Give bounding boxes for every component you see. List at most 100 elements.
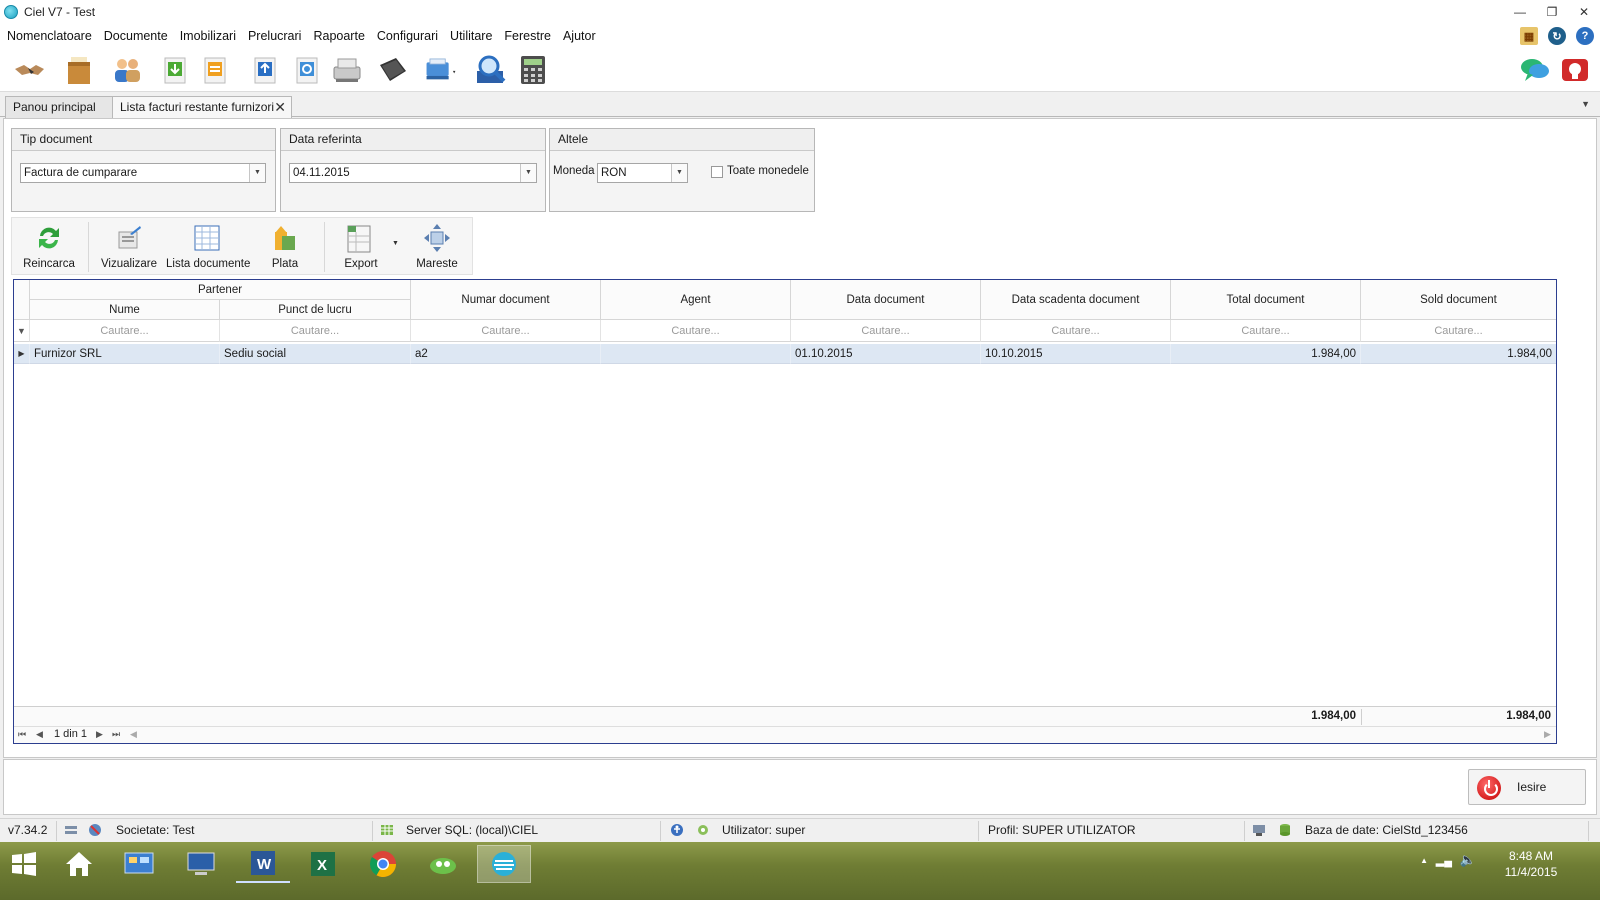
col-header-total-document[interactable]: Total document	[1171, 280, 1361, 320]
taskbar-word[interactable]: W	[236, 845, 290, 883]
close-window-button[interactable]: ✕	[1568, 0, 1600, 24]
taskbar-control-panel[interactable]	[112, 845, 166, 883]
taskbar-computer[interactable]	[174, 845, 228, 883]
calculator-icon[interactable]	[516, 53, 550, 87]
menu-ajutor[interactable]: Ajutor	[557, 24, 602, 48]
cell-nume[interactable]: Furnizor SRL	[30, 344, 220, 364]
col-header-data-document[interactable]: Data document	[791, 280, 981, 320]
chevron-down-icon[interactable]: ▼	[392, 240, 399, 247]
clock-time[interactable]: 8:48 AM	[1486, 849, 1576, 863]
minimize-button[interactable]: —	[1504, 0, 1536, 24]
export-button[interactable]: Export ▼	[332, 218, 402, 276]
invoices-grid: Partener Nume Punct de lucru Numar docum…	[13, 279, 1557, 744]
row-expand-icon[interactable]: ▶	[14, 344, 30, 364]
filter-numar-document[interactable]: Cautare...	[411, 320, 601, 342]
menu-imobilizari[interactable]: Imobilizari	[174, 24, 242, 48]
chat-icon[interactable]	[1518, 53, 1552, 87]
sync-icon[interactable]	[290, 53, 324, 87]
chevron-down-icon[interactable]: ▼	[671, 164, 687, 182]
filter-total-document[interactable]: Cautare...	[1171, 320, 1361, 342]
menu-ferestre[interactable]: Ferestre	[498, 24, 557, 48]
update-icon[interactable]: ↻	[1548, 27, 1566, 45]
taskbar-home[interactable]	[52, 845, 106, 883]
clock-date[interactable]: 11/4/2015	[1486, 865, 1576, 879]
cell-agent[interactable]	[601, 344, 791, 364]
group-title: Tip document	[12, 129, 275, 151]
support-icon[interactable]	[1558, 53, 1592, 87]
cell-punct-de-lucru[interactable]: Sediu social	[220, 344, 411, 364]
documents-box-icon[interactable]	[62, 53, 96, 87]
col-header-numar-document[interactable]: Numar document	[411, 280, 601, 320]
first-page-icon[interactable]: ⏮	[18, 729, 26, 740]
filter-nume[interactable]: Cautare...	[30, 320, 220, 342]
export-orange-icon[interactable]	[198, 53, 232, 87]
col-header-agent[interactable]: Agent	[601, 280, 791, 320]
separator	[660, 821, 661, 841]
tray-expand-icon[interactable]: ▲	[1420, 856, 1428, 865]
cell-numar-document[interactable]: a2	[411, 344, 601, 364]
cell-sold-document[interactable]: 1.984,00	[1361, 344, 1556, 364]
taskbar-ciel-app[interactable]	[477, 845, 531, 883]
iesire-button[interactable]: Iesire	[1468, 769, 1586, 805]
taskbar-excel[interactable]: X	[296, 845, 350, 883]
tip-document-select[interactable]: Factura de cumparare ▼	[20, 163, 266, 183]
menu-documente[interactable]: Documente	[98, 24, 174, 48]
partners-icon[interactable]	[110, 53, 144, 87]
moneda-select[interactable]: RON ▼	[597, 163, 688, 183]
col-header-data-scadenta[interactable]: Data scadenta document	[981, 280, 1171, 320]
scroll-right-icon[interactable]: ▶	[1544, 729, 1551, 740]
plata-button[interactable]: Plata	[254, 218, 316, 276]
news-icon[interactable]: ▦	[1520, 27, 1538, 45]
filter-data-document[interactable]: Cautare...	[791, 320, 981, 342]
volume-icon[interactable]: 🔈	[1460, 852, 1476, 868]
mareste-button[interactable]: Mareste	[404, 218, 470, 276]
taskbar-chrome[interactable]	[356, 845, 410, 883]
filter-icon[interactable]: ▼	[14, 320, 30, 342]
handshake-icon[interactable]	[12, 53, 46, 87]
menu-configurari[interactable]: Configurari	[371, 24, 444, 48]
data-referinta-date-picker[interactable]: 04.11.2015 ▼	[289, 163, 537, 183]
chevron-down-icon[interactable]: ▼	[249, 164, 265, 182]
prev-page-icon[interactable]: ◀	[36, 729, 43, 740]
next-page-icon[interactable]: ▶	[96, 729, 103, 740]
last-page-icon[interactable]: ⏭	[112, 729, 120, 740]
restore-button[interactable]: ❐	[1536, 0, 1568, 24]
tab-panou-principal[interactable]: Panou principal	[5, 96, 113, 118]
col-header-punct-de-lucru[interactable]: Punct de lucru	[220, 300, 411, 320]
reincarca-button[interactable]: Reincarca	[16, 218, 82, 276]
wallet-icon[interactable]	[376, 53, 410, 87]
chevron-down-icon[interactable]: ▼	[520, 164, 536, 182]
cell-total-document[interactable]: 1.984,00	[1171, 344, 1361, 364]
upload-icon[interactable]	[248, 53, 282, 87]
search-icon[interactable]	[474, 53, 508, 87]
tab-list-dropdown-icon[interactable]: ▼	[1581, 99, 1590, 109]
menu-nomenclatoare[interactable]: Nomenclatoare	[1, 24, 98, 48]
close-tab-icon[interactable]: ✕	[274, 97, 286, 117]
taskbar-ciel-cloud[interactable]	[416, 845, 470, 883]
start-button[interactable]	[0, 845, 48, 883]
col-header-sold-document[interactable]: Sold document	[1361, 280, 1556, 320]
cash-register-icon[interactable]	[330, 53, 364, 87]
menu-rapoarte[interactable]: Rapoarte	[307, 24, 370, 48]
import-icon[interactable]	[158, 53, 192, 87]
scroll-left-icon[interactable]: ◀	[130, 729, 137, 740]
cell-data-scadenta[interactable]: 10.10.2015	[981, 344, 1171, 364]
menu-prelucrari[interactable]: Prelucrari	[242, 24, 308, 48]
tab-lista-facturi-restante[interactable]: Lista facturi restante furnizori ✕	[112, 96, 292, 118]
cell-data-document[interactable]: 01.10.2015	[791, 344, 981, 364]
status-bar: v7.34.2 Societate: Test Server SQL: (loc…	[0, 818, 1600, 842]
menu-utilitare[interactable]: Utilitare	[444, 24, 498, 48]
filter-data-scadenta[interactable]: Cautare...	[981, 320, 1171, 342]
vizualizare-button[interactable]: Vizualizare	[96, 218, 162, 276]
lista-documente-button[interactable]: Lista documente	[166, 218, 250, 276]
signal-icon[interactable]: ▂▄	[1436, 854, 1452, 867]
svg-text:W: W	[257, 856, 272, 873]
filter-agent[interactable]: Cautare...	[601, 320, 791, 342]
toate-monedele-checkbox[interactable]	[711, 166, 723, 178]
filter-sold-document[interactable]: Cautare...	[1361, 320, 1556, 342]
col-header-nume[interactable]: Nume	[30, 300, 220, 320]
filter-punct-de-lucru[interactable]: Cautare...	[220, 320, 411, 342]
help-icon[interactable]: ?	[1576, 27, 1594, 45]
printer-icon[interactable]	[424, 53, 458, 87]
date-value: 04.11.2015	[293, 167, 350, 179]
